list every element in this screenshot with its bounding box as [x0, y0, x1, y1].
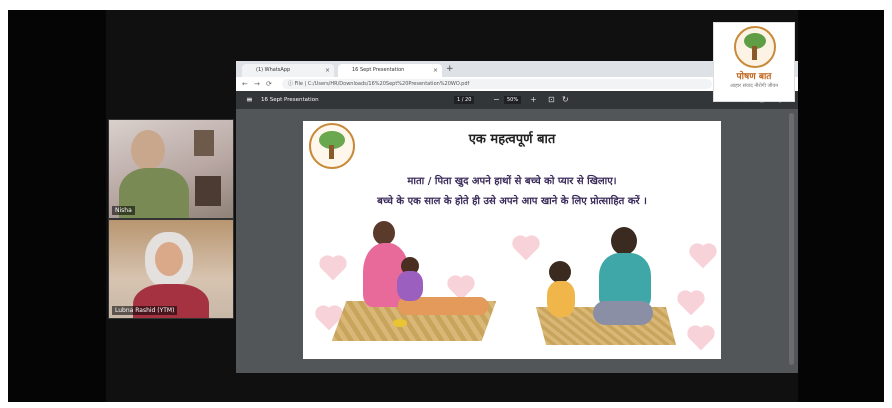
close-icon[interactable]: ×: [325, 64, 330, 77]
zoom-in-icon[interactable]: +: [530, 91, 537, 109]
zoom-out-icon[interactable]: −: [493, 91, 500, 109]
illustration-mother-head: [373, 221, 395, 245]
shared-browser-window: (1) WhatsApp × 16 Sept Presentation × + …: [236, 61, 798, 373]
shelf: [195, 176, 221, 206]
page-indicator[interactable]: 1 / 20: [454, 96, 475, 104]
tab-label: (1) WhatsApp: [256, 67, 291, 73]
participant-name: Lubna Rashid (YTM): [112, 306, 178, 315]
illustration-bowl: [393, 319, 407, 327]
scrollbar[interactable]: [789, 113, 794, 365]
heart-icon: [691, 245, 715, 269]
brand-logo: पोषण बात आहार संवाद नीरोगी जीवन: [713, 22, 795, 102]
tree-logo-icon: [734, 26, 776, 68]
slide-title: एक महत्वपूर्ण बात: [468, 132, 556, 147]
left-letterbox: [8, 10, 106, 402]
slide-text-line-1: माता / पिता खुद अपने हाथों से बच्चे को प…: [407, 176, 617, 187]
brand-name: पोषण बात: [736, 72, 772, 82]
address-bar[interactable]: ⓘ File | C:/Users/HR/Downloads/16%20Sept…: [282, 79, 712, 89]
tab-presentation[interactable]: 16 Sept Presentation ×: [338, 64, 442, 77]
heart-icon: [514, 237, 538, 261]
back-icon[interactable]: ←: [242, 78, 248, 90]
fit-page-icon[interactable]: ⊡: [548, 91, 555, 109]
close-icon[interactable]: ×: [433, 64, 438, 77]
wall-frame: [194, 130, 214, 156]
illustration-father-head: [611, 227, 637, 255]
tab-label: 16 Sept Presentation: [352, 67, 405, 73]
pdf-title: 16 Sept Presentation: [261, 97, 319, 103]
slide-text-line-2: बच्चे के एक साल के होते ही उसे अपने आप ख…: [377, 196, 647, 207]
slide-page: एक महत्वपूर्ण बात माता / पिता खुद अपने ह…: [303, 121, 721, 359]
illustration-child-head: [549, 261, 571, 283]
pdf-viewer[interactable]: एक महत्वपूर्ण बात माता / पिता खुद अपने ह…: [236, 109, 798, 373]
new-tab-button[interactable]: +: [446, 64, 454, 75]
screen: Nisha Lubna Rashid (YTM) (1) WhatsApp × …: [0, 0, 892, 408]
participant-tile-1[interactable]: Nisha: [108, 119, 234, 219]
zoom-level[interactable]: 50%: [504, 96, 522, 104]
heart-icon: [321, 257, 345, 281]
tab-whatsapp[interactable]: (1) WhatsApp ×: [242, 64, 334, 77]
illustration-father-legs: [593, 301, 653, 325]
participant-face: [155, 242, 183, 276]
forward-icon[interactable]: →: [254, 78, 260, 90]
rotate-icon[interactable]: ↻: [562, 91, 569, 109]
menu-icon[interactable]: ≡: [246, 91, 253, 109]
right-letterbox: [798, 10, 884, 402]
participant-face: [131, 130, 165, 170]
heart-icon: [679, 292, 703, 316]
illustration-child-body: [547, 281, 575, 317]
reload-icon[interactable]: ⟳: [266, 78, 272, 90]
participant-name: Nisha: [112, 206, 135, 215]
brand-tagline: आहार संवाद नीरोगी जीवन: [729, 83, 779, 89]
heart-icon: [689, 327, 713, 351]
illustration-child-body: [397, 271, 423, 301]
participant-tile-2[interactable]: Lubna Rashid (YTM): [108, 219, 234, 319]
